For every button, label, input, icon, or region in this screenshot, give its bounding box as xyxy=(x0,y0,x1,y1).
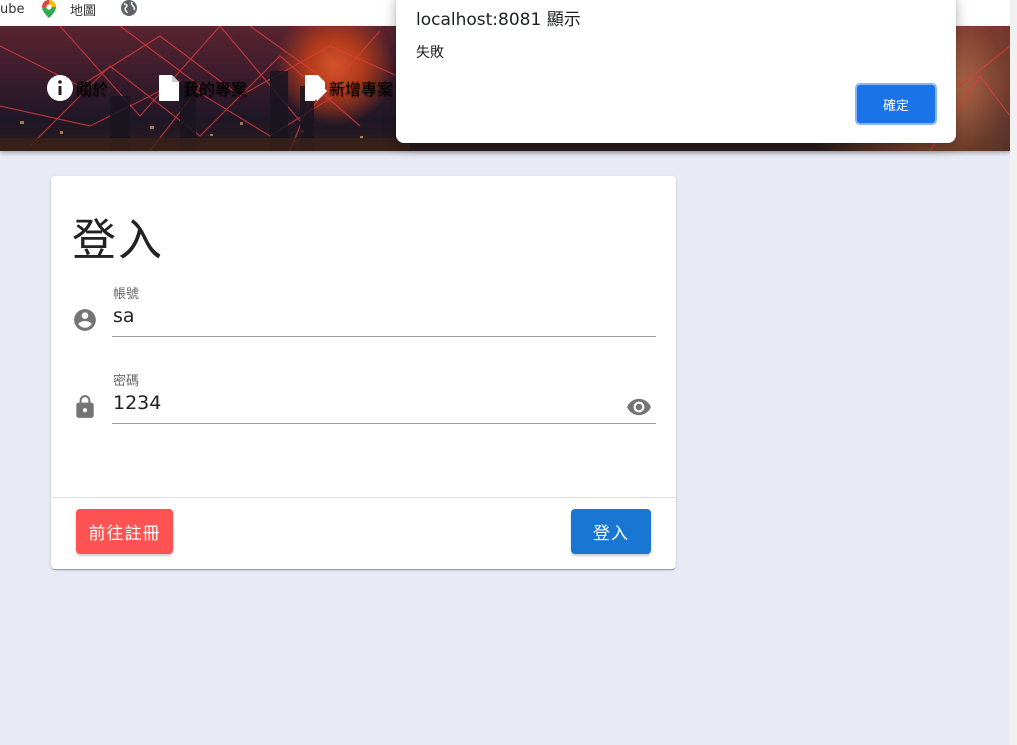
alert-dialog: localhost:8081 顯示 失敗 確定 xyxy=(396,0,956,143)
maps-pin-icon xyxy=(42,0,56,18)
go-register-button[interactable]: 前往註冊 xyxy=(76,509,173,554)
login-card: 登入 帳號 密碼 前往註冊 登入 xyxy=(51,176,676,569)
nav-item-new-project-label: 新增專案 xyxy=(329,80,394,99)
account-circle-icon xyxy=(74,309,96,331)
account-input[interactable] xyxy=(113,305,613,327)
nav-item-my-projects[interactable]: 我的專案 xyxy=(157,74,247,102)
dialog-title: localhost:8081 顯示 xyxy=(416,10,581,30)
lock-icon xyxy=(76,395,94,418)
nav-item-new-project[interactable]: 新增專案 xyxy=(303,74,393,102)
password-input[interactable] xyxy=(113,392,613,414)
password-label: 密碼 xyxy=(113,374,140,389)
account-underline xyxy=(112,336,656,337)
globe-icon xyxy=(121,0,137,16)
card-divider xyxy=(51,497,676,498)
dialog-ok-button[interactable]: 確定 xyxy=(855,83,937,125)
account-label: 帳號 xyxy=(113,287,140,302)
nav-item-my-projects-label: 我的專案 xyxy=(183,80,248,99)
account-field: 帳號 xyxy=(72,283,656,343)
edit-document-icon xyxy=(305,75,327,101)
login-title: 登入 xyxy=(72,215,164,266)
bookmark-maps[interactable]: 地圖 xyxy=(42,0,96,22)
nav-item-about[interactable]: 關於 xyxy=(46,74,108,102)
info-icon xyxy=(47,75,73,101)
login-button[interactable]: 登入 xyxy=(571,509,651,554)
bookmark-maps-label: 地圖 xyxy=(70,3,97,19)
bookmark-youtube-label: ube xyxy=(0,1,25,17)
password-field: 密碼 xyxy=(72,370,656,430)
dialog-message: 失敗 xyxy=(416,45,444,61)
scrollbar-track[interactable] xyxy=(1010,0,1017,745)
document-icon xyxy=(159,75,179,101)
eye-icon[interactable] xyxy=(624,394,654,420)
password-underline xyxy=(112,423,656,424)
bookmark-web[interactable] xyxy=(120,0,138,21)
bookmark-youtube[interactable]: ube xyxy=(0,0,25,22)
nav-item-about-label: 關於 xyxy=(76,80,109,99)
